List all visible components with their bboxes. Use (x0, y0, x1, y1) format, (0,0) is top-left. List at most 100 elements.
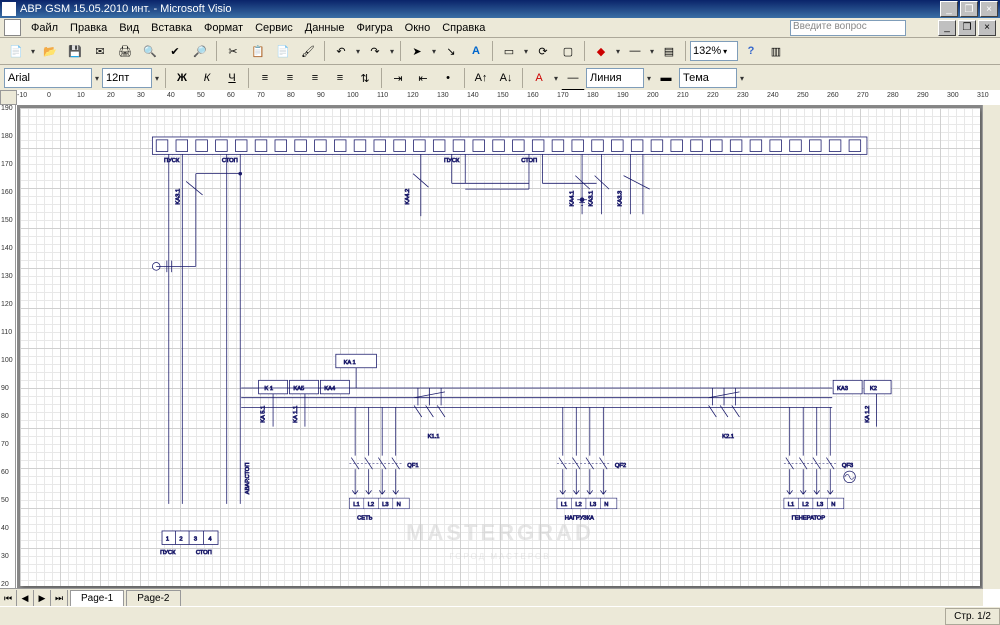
visio-menu-icon[interactable] (4, 19, 21, 36)
size-select[interactable]: 12пт (102, 68, 152, 88)
doc-restore-button[interactable]: ❐ (958, 20, 976, 36)
menu-file[interactable]: Файл (25, 20, 64, 36)
menu-insert[interactable]: Вставка (145, 20, 198, 36)
help-button[interactable]: ? (739, 39, 763, 63)
menu-help[interactable]: Справка (436, 20, 491, 36)
fill-dd[interactable]: ▾ (614, 47, 622, 56)
window-title: АВР GSM 15.05.2010 инт. - Microsoft Visi… (20, 3, 938, 15)
svg-text:3: 3 (194, 537, 197, 543)
menu-service[interactable]: Сервис (249, 20, 299, 36)
ruler-vertical[interactable]: 1901801701601501401301201101009080706050… (0, 105, 16, 589)
undo-button[interactable]: ↶ (329, 39, 353, 63)
line-dd[interactable]: ▾ (648, 47, 656, 56)
font-select[interactable]: Arial (4, 68, 92, 88)
menu-edit[interactable]: Правка (64, 20, 113, 36)
ls-dd[interactable]: ▾ (645, 74, 653, 83)
redo-dd[interactable]: ▾ (388, 47, 396, 56)
maximize-button[interactable]: ❐ (960, 1, 978, 17)
tab-prev-button[interactable]: ◀ (17, 590, 34, 606)
scrollbar-vertical[interactable] (982, 105, 1000, 589)
fc-dd[interactable]: ▾ (552, 74, 560, 83)
undo-dd[interactable]: ▾ (354, 47, 362, 56)
fill-color-button[interactable]: ▬ (654, 66, 678, 90)
tab-next-button[interactable]: ▶ (34, 590, 51, 606)
size-value: 12пт (106, 72, 129, 84)
bullets-button[interactable]: • (436, 66, 460, 90)
print-button[interactable]: 🖨 (113, 39, 137, 63)
font-dd[interactable]: ▾ (93, 74, 101, 83)
mail-button[interactable]: ✉ (88, 39, 112, 63)
copy-button[interactable]: 📋 (246, 39, 270, 63)
doc-minimize-button[interactable]: _ (938, 20, 956, 36)
format-painter-button[interactable]: 🖌 (296, 39, 320, 63)
font-color-button[interactable]: A (527, 66, 551, 90)
bold-button[interactable]: Ж (170, 66, 194, 90)
menu-format[interactable]: Формат (198, 20, 249, 36)
shape-dd[interactable]: ▾ (522, 47, 530, 56)
canvas[interactable]: ПУСК СТОП ПУСК СТОП KA3.1 (17, 105, 983, 589)
dec-indent-button[interactable]: ⇤ (411, 66, 435, 90)
menu-view[interactable]: Вид (113, 20, 145, 36)
open-button[interactable]: 📂 (38, 39, 62, 63)
page[interactable]: ПУСК СТОП ПУСК СТОП KA3.1 (20, 108, 980, 586)
drawing-explorer-button[interactable]: ▥ (764, 39, 788, 63)
font-size-down-button[interactable]: A↓ (494, 66, 518, 90)
italic-button[interactable]: К (195, 66, 219, 90)
spell-button[interactable]: ✔ (163, 39, 187, 63)
theme-select[interactable]: Тема (679, 68, 737, 88)
paste-button[interactable]: 📄 (271, 39, 295, 63)
toolbar-standard: 📄▾ 📂 💾 ✉ 🖨 🔍 ✔ 🔎 ✂ 📋 📄 🖌 ↶▾ ↷▾ ➤▾ ↘ A ▭▾… (0, 38, 1000, 65)
svg-text:ГЕНЕРАТОР: ГЕНЕРАТОР (792, 515, 826, 521)
research-button[interactable]: 🔎 (188, 39, 212, 63)
text-tool-button[interactable]: A (464, 39, 488, 63)
svg-text:1: 1 (166, 537, 169, 543)
scrollbar-horizontal[interactable] (492, 589, 984, 607)
tab-last-button[interactable]: ⏭ (51, 590, 68, 606)
doc-close-button[interactable]: × (978, 20, 996, 36)
ruler-horizontal[interactable]: -100102030405060708090100110120130140150… (17, 90, 1000, 106)
line-button[interactable]: — (623, 39, 647, 63)
shadow-button[interactable]: ▤ (657, 39, 681, 63)
close-button[interactable]: × (980, 1, 998, 17)
theme-val: Тема (683, 72, 709, 84)
menu-window[interactable]: Окно (399, 20, 437, 36)
new-dropdown[interactable]: ▾ (29, 47, 37, 56)
connector-tool-button[interactable]: ↘ (439, 39, 463, 63)
help-search-input[interactable]: Введите вопрос (790, 20, 906, 36)
svg-text:KA 1: KA 1 (344, 360, 356, 366)
ptr-dd[interactable]: ▾ (430, 47, 438, 56)
toolbar-format: Arial ▾ 12пт ▾ Ж К Ч ≡ ≡ ≡ ≡ ⇅ ⇥ ⇤ • A↑ … (0, 65, 1000, 92)
new-button[interactable]: 📄 (4, 39, 28, 63)
menu-bar: Файл Правка Вид Вставка Формат Сервис Да… (0, 18, 1000, 38)
align-center-button[interactable]: ≡ (278, 66, 302, 90)
minimize-button[interactable]: _ (940, 1, 958, 17)
menu-shape[interactable]: Фигура (351, 20, 399, 36)
th-dd[interactable]: ▾ (738, 74, 746, 83)
tab-page-2[interactable]: Page-2 (126, 590, 180, 606)
tab-page-1[interactable]: Page-1 (70, 590, 124, 606)
pointer-tool-button[interactable]: ➤ (405, 39, 429, 63)
distribute-button[interactable]: ⇅ (353, 66, 377, 90)
align-right-button[interactable]: ≡ (303, 66, 327, 90)
svg-text:QF2: QF2 (615, 463, 626, 469)
redo-button[interactable]: ↷ (363, 39, 387, 63)
tab-first-button[interactable]: ⏮ (0, 590, 17, 606)
save-button[interactable]: 💾 (63, 39, 87, 63)
underline-button[interactable]: Ч (220, 66, 244, 90)
inc-indent-button[interactable]: ⇥ (386, 66, 410, 90)
size-dd[interactable]: ▾ (153, 74, 161, 83)
textbox-button[interactable]: ▢ (556, 39, 580, 63)
align-left-button[interactable]: ≡ (253, 66, 277, 90)
line-color-button[interactable]: — (561, 66, 585, 91)
font-size-up-button[interactable]: A↑ (469, 66, 493, 90)
menu-data[interactable]: Данные (299, 20, 351, 36)
fill-button[interactable]: ◆ (589, 39, 613, 63)
schematic: ПУСК СТОП ПУСК СТОП KA3.1 (20, 108, 980, 586)
cut-button[interactable]: ✂ (221, 39, 245, 63)
rotate-button[interactable]: ⟳ (531, 39, 555, 63)
preview-button[interactable]: 🔍 (138, 39, 162, 63)
zoom-select[interactable]: 132%▾ (690, 41, 738, 61)
rect-tool-button[interactable]: ▭ (497, 39, 521, 63)
line-style-select[interactable]: Линия (586, 68, 644, 88)
align-justify-button[interactable]: ≡ (328, 66, 352, 90)
